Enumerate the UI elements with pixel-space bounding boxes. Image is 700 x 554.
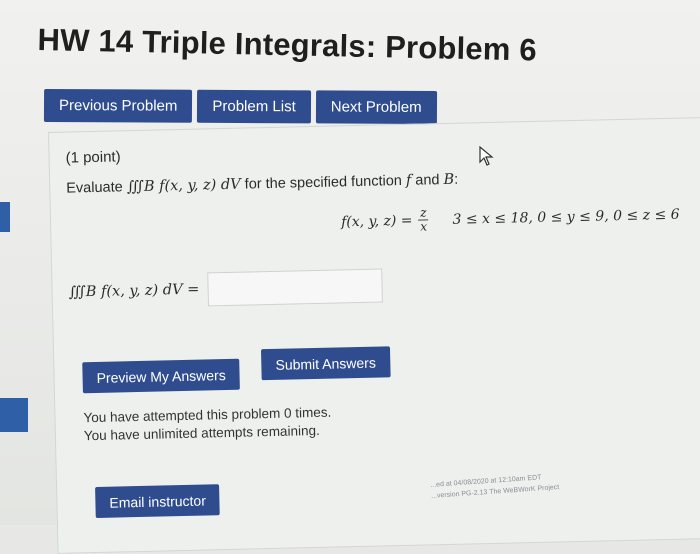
b-symbol: B [443, 171, 455, 189]
fraction: z x [418, 205, 429, 234]
webwork-page: HW 14 Triple Integrals: Problem 6 Previo… [0, 0, 700, 554]
problem-points: (1 point) [65, 148, 121, 167]
f-symbol: f [405, 172, 412, 189]
answer-input[interactable] [206, 268, 383, 307]
email-section: Email instructor [95, 484, 221, 519]
previous-problem-button[interactable]: Previous Problem [43, 88, 193, 123]
submit-answers-button[interactable]: Submit Answers [261, 346, 391, 381]
statement-colon: : [453, 171, 459, 188]
fraction-numerator: z [420, 205, 427, 220]
answer-row: ∭B f(x, y, z) dV = [68, 268, 383, 309]
region-bounds: 3 ≤ x ≤ 18, 0 ≤ y ≤ 9, 0 ≤ z ≤ 6 [452, 206, 680, 228]
problem-panel: (1 point) Evaluate ∭B f(x, y, z) dV for … [48, 116, 700, 554]
email-instructor-button[interactable]: Email instructor [95, 484, 221, 519]
next-problem-button[interactable]: Next Problem [315, 90, 437, 125]
mouse-pointer-icon [478, 145, 494, 171]
function-lhs: f(x, y, z) = [340, 212, 413, 230]
preview-answers-button[interactable]: Preview My Answers [82, 358, 241, 394]
fraction-denominator: x [420, 219, 428, 234]
integral-expression: ∭B f(x, y, z) dV [126, 176, 241, 196]
problem-list-button[interactable]: Problem List [197, 89, 311, 124]
attempts-info: You have attempted this problem 0 times.… [83, 404, 332, 446]
evaluate-prefix: Evaluate [66, 179, 123, 197]
answer-label: ∭B f(x, y, z) dV = [68, 281, 200, 301]
answer-actions: Preview My Answers Submit Answers [82, 346, 391, 394]
page-title: HW 14 Triple Integrals: Problem 6 [37, 22, 538, 68]
function-definition: f(x, y, z) = z x 3 ≤ x ≤ 18, 0 ≤ y ≤ 9, … [341, 201, 680, 236]
problem-nav: Previous Problem Problem List Next Probl… [43, 88, 437, 125]
left-edge-tab [0, 202, 10, 232]
and-text: and [415, 172, 440, 189]
problem-statement: Evaluate ∭B f(x, y, z) dV for the specif… [66, 172, 458, 197]
evaluate-suffix: for the specified function [244, 172, 403, 193]
left-edge-tab-lower [0, 398, 28, 432]
